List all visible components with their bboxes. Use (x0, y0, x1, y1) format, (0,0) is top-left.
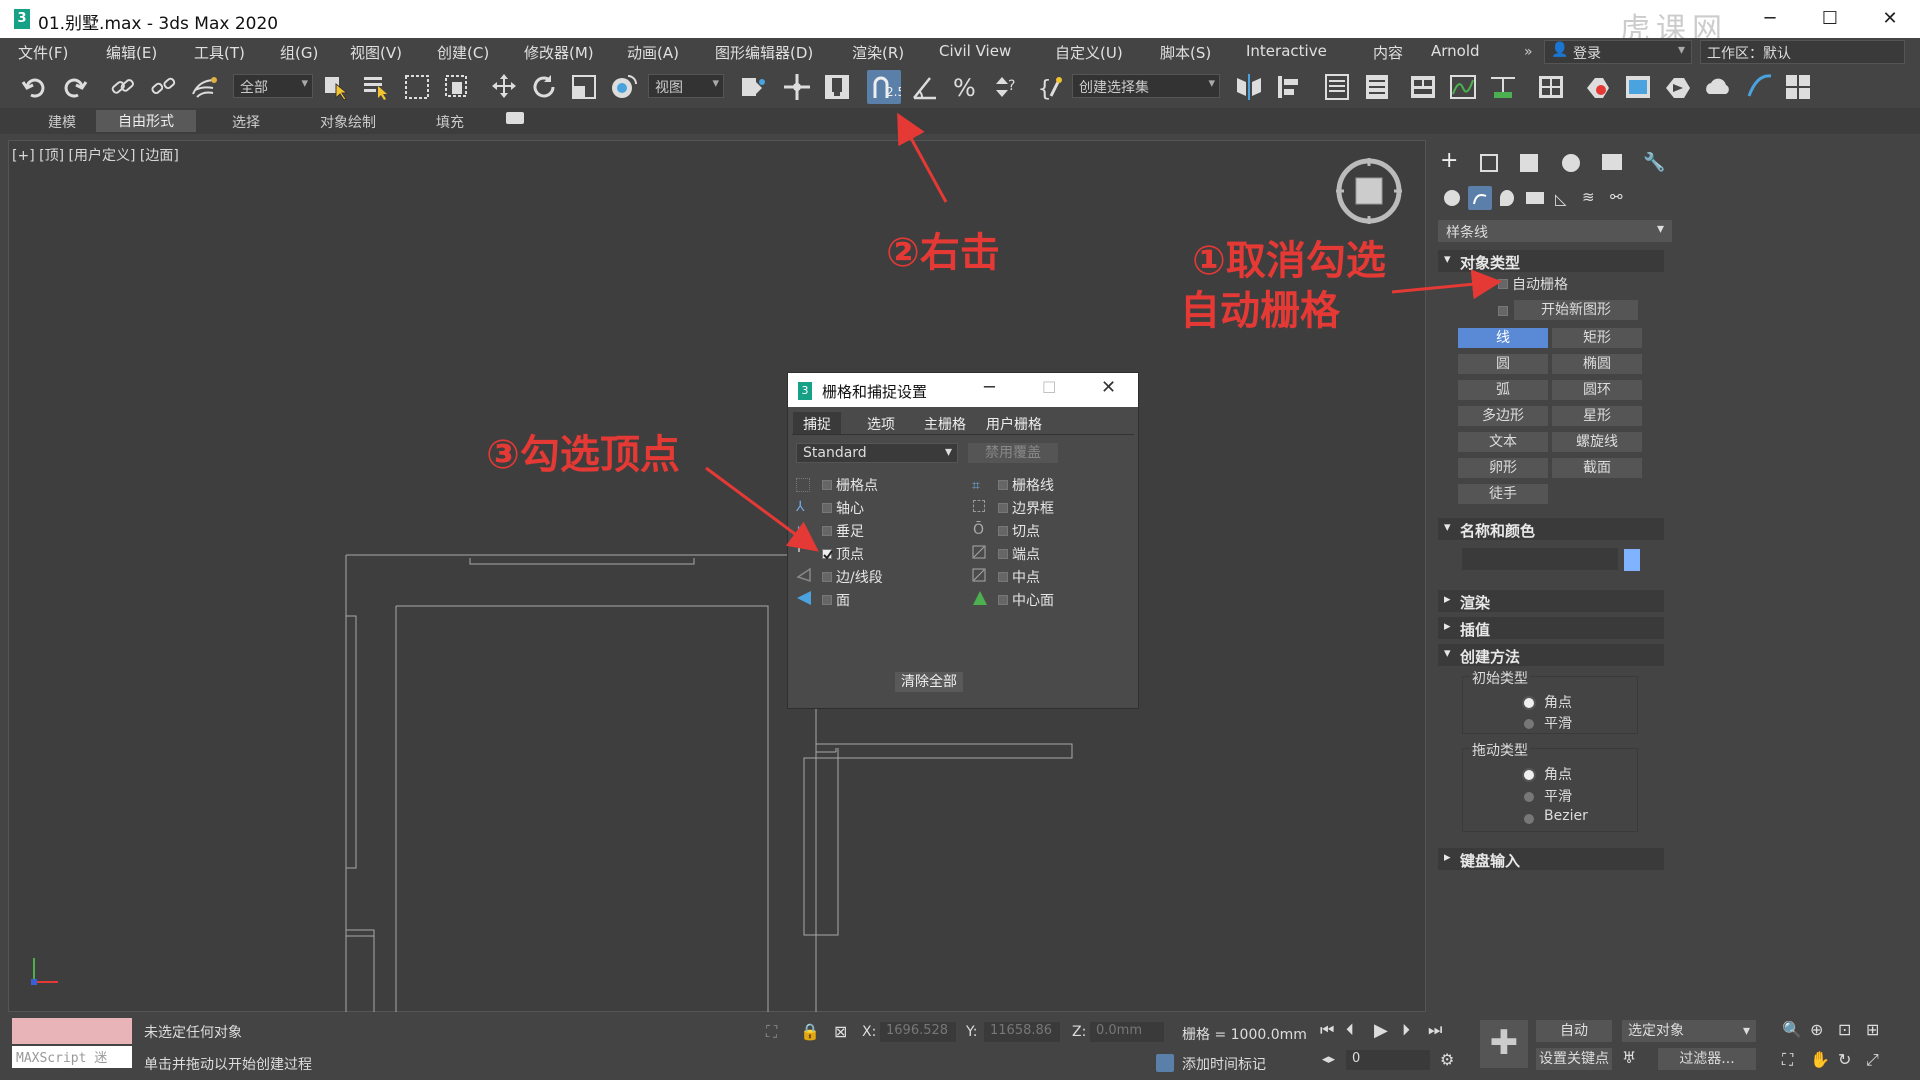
add-time-tag-label[interactable]: 添加时间标记 (1182, 1054, 1266, 1074)
maxscript-listener-pink[interactable] (12, 1018, 132, 1044)
key-filters-button[interactable]: 过滤器... (1658, 1048, 1756, 1070)
z-label: Z: (1072, 1024, 1087, 1040)
y-label: Y: (966, 1024, 978, 1040)
time-configuration-icon[interactable]: ⚙ (1440, 1050, 1454, 1069)
orbit-icon[interactable]: ↻ (1838, 1050, 1851, 1069)
go-to-end-icon[interactable]: ⏭ (1428, 1020, 1442, 1040)
set-key-button[interactable]: 设置关键点 (1536, 1048, 1612, 1070)
grid-size-readout: 栅格 = 1000.0mm (1182, 1027, 1307, 1043)
zoom-icon[interactable]: 🔍 (1782, 1020, 1802, 1039)
key-filter-icon[interactable]: ♅ (1622, 1048, 1636, 1067)
maxscript-input[interactable]: MAXScript 迷 (12, 1046, 132, 1068)
next-frame-icon[interactable]: ⏵ (1402, 1020, 1410, 1040)
go-to-start-icon[interactable]: ⏮ (1320, 1020, 1334, 1040)
maximize-viewport-icon[interactable]: ⤢ (1866, 1050, 1879, 1070)
auto-key-button[interactable]: 自动 (1536, 1020, 1612, 1042)
annotation-arrows (705, 112, 1502, 552)
arrow-to-snaps-toggle (897, 112, 948, 203)
add-time-tag-icon[interactable] (1156, 1054, 1174, 1072)
arrow-to-vertex (705, 466, 819, 552)
zoom-extents-all-icon[interactable]: ⊞ (1866, 1020, 1879, 1039)
key-mode-icon[interactable]: ◂▸ (1322, 1052, 1335, 1067)
chevron-down-icon: ▾ (1742, 1023, 1750, 1039)
field-of-view-icon[interactable]: ⛶ (1782, 1050, 1793, 1070)
selection-status: 未选定任何对象 (144, 1025, 242, 1041)
zoom-all-icon[interactable]: ⊕ (1810, 1020, 1823, 1039)
selected-object-dropdown[interactable]: 选定对象 ▾ (1622, 1020, 1756, 1042)
zoom-extents-icon[interactable]: ⊡ (1838, 1020, 1851, 1039)
prompt-line: 单击并拖动以开始创建过程 (144, 1057, 312, 1073)
arrow-to-autogrid (1391, 269, 1502, 300)
selected-object-value: 选定对象 (1628, 1023, 1684, 1039)
pan-icon[interactable]: ✋ (1810, 1050, 1830, 1069)
isolate-selection-icon[interactable]: ⛶ (766, 1022, 777, 1042)
y-coordinate-field[interactable]: 11658.86 (984, 1022, 1060, 1042)
absolute-mode-icon[interactable]: ⊠ (834, 1022, 847, 1041)
x-label: X: (862, 1024, 877, 1040)
play-icon[interactable]: ▶ (1374, 1020, 1388, 1041)
selection-lock-icon[interactable]: 🔒 (800, 1022, 820, 1041)
x-coordinate-field[interactable]: 1696.528 (880, 1022, 956, 1042)
set-key-big-button[interactable]: ✚ (1480, 1020, 1528, 1068)
z-coordinate-field[interactable]: 0.0mm (1090, 1022, 1164, 1042)
previous-frame-icon[interactable]: ⏴ (1346, 1020, 1354, 1040)
current-frame-field[interactable]: 0 (1346, 1050, 1430, 1070)
